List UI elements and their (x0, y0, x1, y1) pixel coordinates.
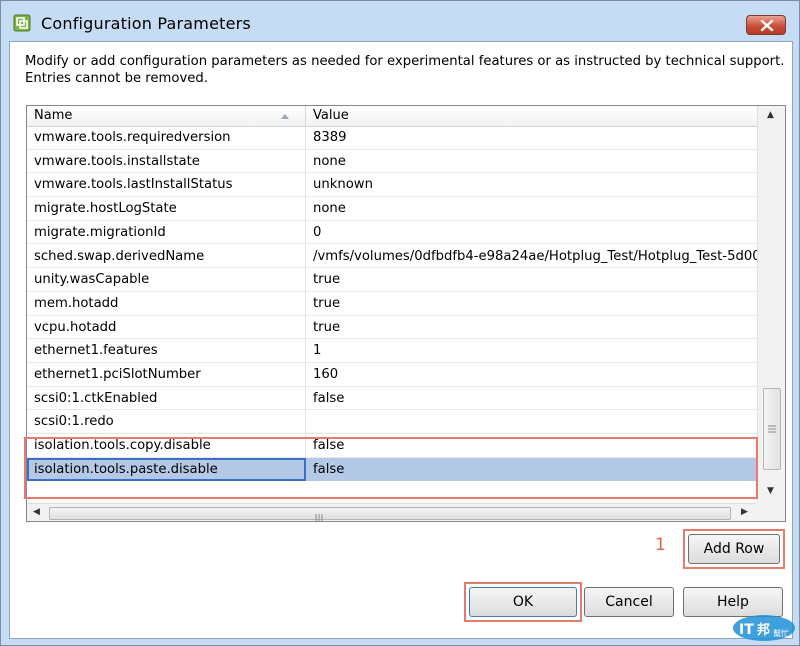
param-value[interactable]: /vmfs/volumes/0dfbdfb4-e98a24ae/Hotplug_… (306, 245, 757, 268)
param-name[interactable]: unity.wasCapable (27, 268, 306, 292)
scrollbar-corner (757, 503, 785, 521)
grip-icon (315, 514, 323, 521)
svg-text:邦: 邦 (757, 622, 770, 638)
configuration-parameters-dialog: Configuration Parameters Modify or add c… (0, 0, 800, 646)
vertical-scroll-thumb[interactable] (763, 388, 781, 470)
grip-icon (768, 425, 776, 433)
param-value[interactable]: 160 (306, 363, 757, 386)
table-row[interactable]: migrate.migrationId 0 (27, 220, 757, 245)
scroll-up-arrow-icon[interactable]: ▲ (767, 110, 774, 120)
scroll-down-arrow-icon[interactable]: ▼ (767, 486, 774, 496)
table-row[interactable]: mem.hotadd true (27, 291, 757, 316)
window-title: Configuration Parameters (41, 14, 251, 33)
table-row[interactable]: scsi0:1.ctkEnabled false (27, 386, 757, 411)
param-value[interactable]: 8389 (306, 126, 757, 149)
param-value[interactable]: 0 (306, 221, 757, 244)
param-value[interactable]: none (306, 197, 757, 220)
ok-button[interactable]: OK (469, 587, 577, 617)
param-value[interactable]: unknown (306, 173, 757, 196)
param-name[interactable]: ethernet1.pciSlotNumber (27, 363, 306, 386)
dialog-body: Modify or add configuration parameters a… (9, 41, 793, 639)
dialog-description: Modify or add configuration parameters a… (25, 54, 785, 86)
scroll-right-arrow-icon[interactable]: ▶ (741, 507, 748, 517)
param-name[interactable]: scsi0:1.ctkEnabled (27, 386, 306, 410)
highlight-isolation-rows (24, 437, 758, 499)
cancel-button[interactable]: Cancel (584, 587, 674, 617)
step-number-label: 1 (655, 535, 666, 555)
param-name[interactable]: mem.hotadd (27, 291, 306, 315)
param-name[interactable]: vmware.tools.lastInstallStatus (27, 173, 306, 197)
column-name-label: Name (34, 108, 73, 123)
column-header-name[interactable]: Name (27, 106, 306, 126)
table-row[interactable]: ethernet1.pciSlotNumber 160 (27, 363, 757, 387)
table-row[interactable]: ethernet1.features 1 (27, 339, 757, 363)
horizontal-scroll-thumb[interactable] (49, 507, 731, 521)
param-value[interactable]: true (306, 268, 757, 291)
param-value[interactable]: true (306, 292, 757, 315)
vsphere-app-icon (13, 14, 31, 32)
table-row[interactable]: sched.swap.derivedName /vmfs/volumes/0df… (27, 244, 757, 269)
table-row[interactable]: unity.wasCapable true (27, 268, 757, 292)
add-row-button[interactable]: Add Row (688, 534, 780, 564)
sort-ascending-icon (281, 114, 289, 119)
close-button[interactable] (746, 15, 786, 35)
table-row[interactable]: vcpu.hotadd true (27, 315, 757, 340)
table-row[interactable]: vmware.tools.installstate none (27, 149, 757, 174)
table-row[interactable]: migrate.hostLogState none (27, 197, 757, 221)
svg-text:IT: IT (739, 622, 754, 638)
table-header: Name Value (27, 106, 757, 127)
title-bar[interactable]: Configuration Parameters (1, 1, 799, 41)
param-name[interactable]: vmware.tools.requiredversion (27, 126, 306, 149)
param-name[interactable]: migrate.migrationId (27, 220, 306, 244)
param-value[interactable]: false (306, 387, 757, 410)
close-icon (760, 20, 774, 31)
param-name[interactable]: ethernet1.features (27, 339, 306, 363)
param-name[interactable]: migrate.hostLogState (27, 197, 306, 221)
param-value[interactable]: true (306, 316, 757, 339)
column-header-value[interactable]: Value (306, 106, 757, 126)
param-name[interactable]: scsi0:1.redo (27, 410, 306, 434)
table-row[interactable]: scsi0:1.redo (27, 410, 757, 435)
vertical-scrollbar[interactable]: ▲ ▼ (757, 106, 785, 503)
table-row[interactable]: vmware.tools.requiredversion 8389 (27, 126, 757, 150)
param-name[interactable]: vmware.tools.installstate (27, 149, 306, 173)
param-name[interactable]: vcpu.hotadd (27, 315, 306, 339)
param-value[interactable] (306, 410, 757, 433)
svg-text:幫忙: 幫忙 (773, 628, 789, 638)
ithome-watermark-logo: IT 邦 幫忙 (733, 615, 795, 641)
scroll-left-arrow-icon[interactable]: ◀ (33, 507, 40, 517)
param-name[interactable]: sched.swap.derivedName (27, 244, 306, 268)
horizontal-scrollbar[interactable]: ◀ ▶ (27, 503, 757, 521)
param-value[interactable]: none (306, 150, 757, 173)
table-row[interactable]: vmware.tools.lastInstallStatus unknown (27, 173, 757, 198)
param-value[interactable]: 1 (306, 339, 757, 362)
